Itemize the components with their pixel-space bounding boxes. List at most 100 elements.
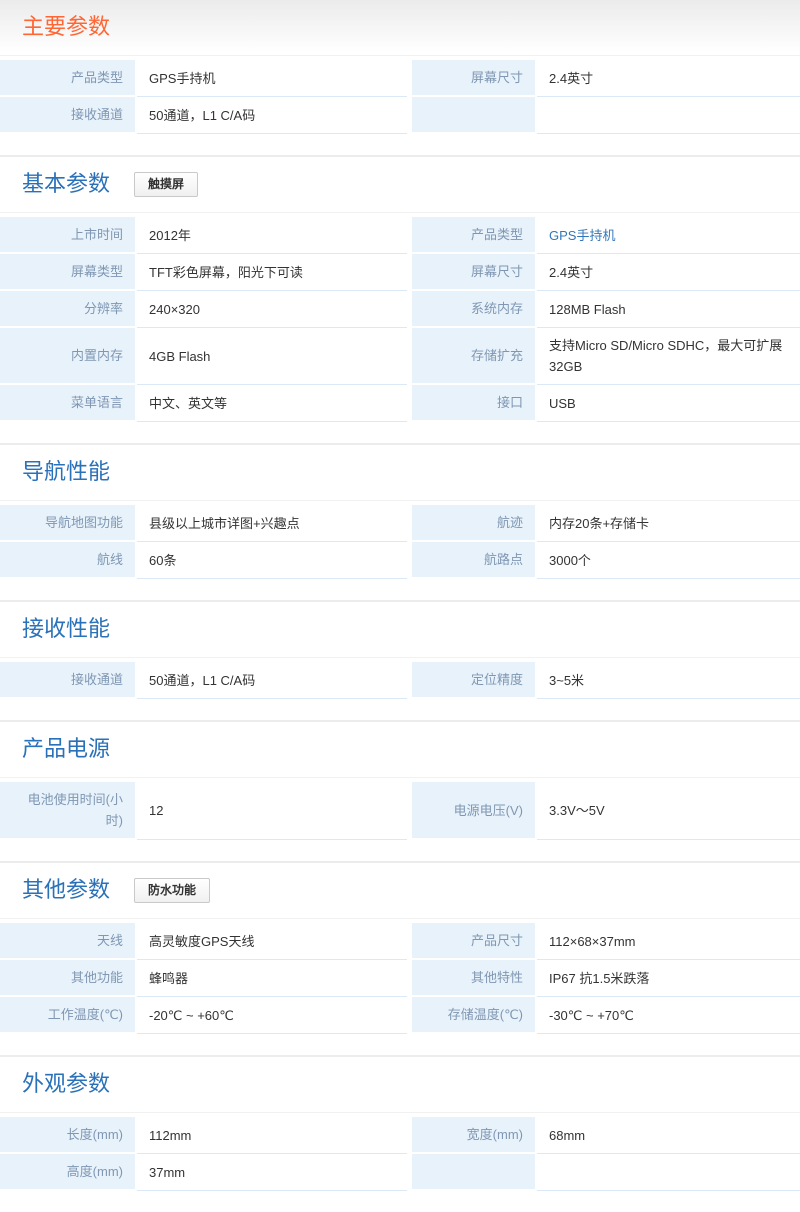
spec-section: 接收性能接收通道50通道，L1 C/A码定位精度3~5米	[0, 600, 800, 699]
spec-value: 县级以上城市详图+兴趣点	[137, 505, 407, 542]
section-header: 基本参数触摸屏	[0, 157, 800, 203]
spec-value: 128MB Flash	[537, 291, 800, 328]
spec-label: 系统内存	[412, 291, 537, 328]
section-header: 主要参数	[0, 0, 800, 46]
spec-row: 内置内存4GB Flash存储扩充支持Micro SD/Micro SDHC，最…	[0, 328, 800, 385]
spec-label: 屏幕类型	[0, 254, 137, 291]
spec-value: 37mm	[137, 1154, 407, 1191]
spec-row: 屏幕类型TFT彩色屏幕，阳光下可读屏幕尺寸2.4英寸	[0, 254, 800, 291]
spec-value: 60条	[137, 542, 407, 579]
section-title: 主要参数	[22, 12, 110, 42]
spec-table: 长度(mm)112mm宽度(mm)68mm高度(mm)37mm	[0, 1117, 800, 1191]
section-title: 产品电源	[22, 734, 110, 764]
spec-label: 电池使用时间(小时)	[0, 782, 137, 840]
spec-section: 产品电源电池使用时间(小时)12电源电压(V)3.3V～5V	[0, 720, 800, 840]
section-title: 导航性能	[22, 457, 110, 487]
spec-value: 112×68×37mm	[537, 923, 800, 960]
section-divider	[0, 500, 800, 501]
spec-label: 接收通道	[0, 662, 137, 699]
spec-value: TFT彩色屏幕，阳光下可读	[137, 254, 407, 291]
spec-row: 航线60条航路点3000个	[0, 542, 800, 579]
spec-label: 内置内存	[0, 328, 137, 385]
spec-label: 宽度(mm)	[412, 1117, 537, 1154]
spec-label: 高度(mm)	[0, 1154, 137, 1191]
section-divider	[0, 55, 800, 56]
spec-label: 长度(mm)	[0, 1117, 137, 1154]
spec-value: 68mm	[537, 1117, 800, 1154]
section-title: 外观参数	[22, 1069, 110, 1099]
spec-label: 定位精度	[412, 662, 537, 699]
spec-value: USB	[537, 385, 800, 422]
spec-row: 长度(mm)112mm宽度(mm)68mm	[0, 1117, 800, 1154]
spec-value: 3.3V～5V	[537, 782, 800, 840]
spec-value: 3~5米	[537, 662, 800, 699]
spec-value: 50通道，L1 C/A码	[137, 97, 407, 134]
section-divider	[0, 918, 800, 919]
section-header: 其他参数防水功能	[0, 863, 800, 909]
spec-row: 接收通道50通道，L1 C/A码定位精度3~5米	[0, 662, 800, 699]
spec-label: 接收通道	[0, 97, 137, 134]
spec-value: 112mm	[137, 1117, 407, 1154]
spec-label: 天线	[0, 923, 137, 960]
spec-table: 接收通道50通道，L1 C/A码定位精度3~5米	[0, 662, 800, 699]
spec-label	[412, 97, 537, 134]
spec-label: 屏幕尺寸	[412, 60, 537, 97]
spec-value: 240×320	[137, 291, 407, 328]
spec-label: 存储扩充	[412, 328, 537, 385]
spec-value: IP67 抗1.5米跌落	[537, 960, 800, 997]
spec-row: 产品类型GPS手持机屏幕尺寸2.4英寸	[0, 60, 800, 97]
spec-row: 其他功能蜂鸣器其他特性IP67 抗1.5米跌落	[0, 960, 800, 997]
section-divider	[0, 1112, 800, 1113]
spec-label: 其他特性	[412, 960, 537, 997]
spec-row: 电池使用时间(小时)12电源电压(V)3.3V～5V	[0, 782, 800, 840]
spec-label: 产品类型	[0, 60, 137, 97]
spec-value: 50通道，L1 C/A码	[137, 662, 407, 699]
spec-label: 分辨率	[0, 291, 137, 328]
spec-label: 产品类型	[412, 217, 537, 254]
spec-label: 屏幕尺寸	[412, 254, 537, 291]
section-title: 其他参数	[22, 875, 110, 905]
spec-section: 导航性能导航地图功能县级以上城市详图+兴趣点航迹内存20条+存储卡航线60条航路…	[0, 443, 800, 579]
spec-table: 天线高灵敏度GPS天线产品尺寸112×68×37mm其他功能蜂鸣器其他特性IP6…	[0, 923, 800, 1034]
section-title: 接收性能	[22, 614, 110, 644]
spec-label: 航线	[0, 542, 137, 579]
spec-row: 菜单语言中文、英文等接口USB	[0, 385, 800, 422]
spec-value: 高灵敏度GPS天线	[137, 923, 407, 960]
spec-value: 3000个	[537, 542, 800, 579]
spec-label: 航路点	[412, 542, 537, 579]
spec-row: 上市时间2012年产品类型GPS手持机	[0, 217, 800, 254]
section-header: 产品电源	[0, 722, 800, 768]
spec-label: 电源电压(V)	[412, 782, 537, 840]
spec-label: 导航地图功能	[0, 505, 137, 542]
spec-label: 工作温度(℃)	[0, 997, 137, 1034]
section-divider	[0, 657, 800, 658]
spec-label: 其他功能	[0, 960, 137, 997]
spec-value: GPS手持机	[137, 60, 407, 97]
section-divider	[0, 212, 800, 213]
spec-table: 导航地图功能县级以上城市详图+兴趣点航迹内存20条+存储卡航线60条航路点300…	[0, 505, 800, 579]
spec-section: 基本参数触摸屏上市时间2012年产品类型GPS手持机屏幕类型TFT彩色屏幕，阳光…	[0, 155, 800, 422]
spec-label	[412, 1154, 537, 1191]
spec-value: 12	[137, 782, 407, 840]
spec-table: 上市时间2012年产品类型GPS手持机屏幕类型TFT彩色屏幕，阳光下可读屏幕尺寸…	[0, 217, 800, 422]
spec-value	[537, 97, 800, 134]
spec-table: 产品类型GPS手持机屏幕尺寸2.4英寸接收通道50通道，L1 C/A码	[0, 60, 800, 134]
spec-row: 工作温度(℃)-20℃ ~ +60℃存储温度(℃)-30℃ ~ +70℃	[0, 997, 800, 1034]
spec-value: 4GB Flash	[137, 328, 407, 385]
spec-row: 分辨率240×320系统内存128MB Flash	[0, 291, 800, 328]
spec-value-link[interactable]: GPS手持机	[537, 217, 800, 254]
spec-value	[537, 1154, 800, 1191]
feature-badge-button[interactable]: 触摸屏	[134, 172, 198, 197]
spec-table: 电池使用时间(小时)12电源电压(V)3.3V～5V	[0, 782, 800, 840]
spec-value: 2.4英寸	[537, 60, 800, 97]
spec-label: 接口	[412, 385, 537, 422]
spec-value: -20℃ ~ +60℃	[137, 997, 407, 1034]
spec-value: 中文、英文等	[137, 385, 407, 422]
feature-badge-button[interactable]: 防水功能	[134, 878, 210, 903]
spec-row: 高度(mm)37mm	[0, 1154, 800, 1191]
spec-row: 天线高灵敏度GPS天线产品尺寸112×68×37mm	[0, 923, 800, 960]
section-header: 导航性能	[0, 445, 800, 491]
section-title: 基本参数	[22, 169, 110, 199]
spec-value: 2.4英寸	[537, 254, 800, 291]
section-divider	[0, 777, 800, 778]
